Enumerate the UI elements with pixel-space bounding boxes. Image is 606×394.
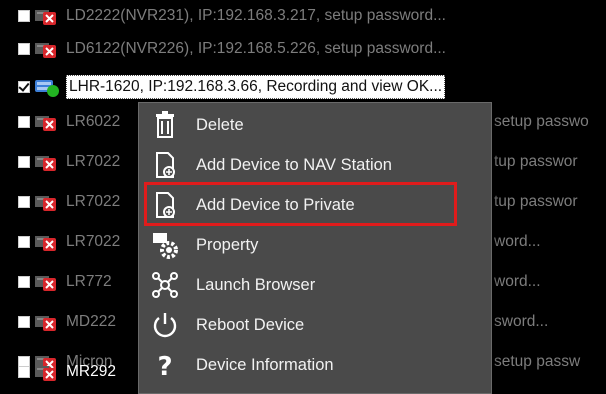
menu-item-add-to-nav-station[interactable]: Add Device to NAV Station — [139, 145, 491, 185]
device-online-icon — [35, 80, 59, 97]
device-checkbox[interactable] — [18, 236, 30, 248]
device-label: LHR-1620, IP:192.168.3.66, Recording and… — [66, 75, 446, 99]
menu-item-delete[interactable]: Delete — [139, 105, 491, 145]
device-checkbox[interactable] — [18, 276, 30, 288]
device-offline-icon — [35, 196, 56, 211]
device-label: LR7022 — [66, 233, 121, 250]
device-label: LD6122(NVR226), IP:192.168.5.226, setup … — [66, 40, 446, 57]
device-offline-icon — [35, 156, 56, 171]
device-checkbox[interactable] — [18, 196, 30, 208]
context-menu: Delete Add Device to NAV Station Add Dev… — [138, 102, 492, 394]
device-offline-icon — [35, 43, 56, 58]
device-label-tail: word... — [494, 273, 541, 290]
device-checkbox[interactable] — [18, 43, 30, 55]
add-document-icon — [148, 188, 182, 222]
power-icon — [148, 308, 182, 342]
device-checkbox[interactable] — [18, 10, 30, 22]
device-offline-icon — [35, 10, 56, 25]
device-checkbox[interactable] — [18, 366, 30, 378]
menu-item-device-information[interactable]: ? Device Information — [139, 345, 491, 385]
svg-text:?: ? — [157, 352, 172, 380]
device-offline-icon — [35, 276, 56, 291]
menu-item-add-to-private[interactable]: Add Device to Private — [139, 185, 491, 225]
device-offline-icon — [35, 366, 56, 381]
device-checkbox[interactable] — [18, 116, 30, 128]
device-offline-icon — [35, 236, 56, 251]
device-checkbox[interactable] — [18, 316, 30, 328]
device-row[interactable]: LD6122(NVR226), IP:192.168.5.226, setup … — [0, 29, 606, 69]
menu-item-reboot-device[interactable]: Reboot Device — [139, 305, 491, 345]
device-label: LR7022 — [66, 193, 121, 210]
device-label-tail: word... — [494, 233, 541, 250]
device-offline-icon — [35, 116, 56, 131]
menu-item-launch-browser[interactable]: Launch Browser — [139, 265, 491, 305]
add-document-icon — [148, 148, 182, 182]
device-label-tail: sword... — [494, 313, 549, 330]
device-label: LR772 — [66, 273, 112, 290]
device-label: LD2222(NVR231), IP:192.168.3.217, setup … — [66, 7, 446, 24]
device-label: LR6022 — [66, 113, 121, 130]
device-offline-icon — [35, 316, 56, 331]
device-label: MR292 — [66, 363, 116, 380]
menu-item-property[interactable]: Property — [139, 225, 491, 265]
network-icon — [148, 268, 182, 302]
device-checkbox[interactable] — [18, 156, 30, 168]
device-checkbox-checked[interactable] — [18, 81, 30, 93]
trash-icon — [148, 108, 182, 142]
device-label: LR7022 — [66, 153, 121, 170]
property-gear-icon — [148, 228, 182, 262]
device-row-selected[interactable]: LHR-1620, IP:192.168.3.66, Recording and… — [0, 67, 606, 107]
question-icon: ? — [148, 348, 182, 382]
device-label-tail: tup passwor — [494, 193, 578, 210]
device-label-tail: tup passwor — [494, 153, 578, 170]
device-label: MD222 — [66, 313, 116, 330]
device-label-tail: setup passwo — [494, 113, 589, 130]
